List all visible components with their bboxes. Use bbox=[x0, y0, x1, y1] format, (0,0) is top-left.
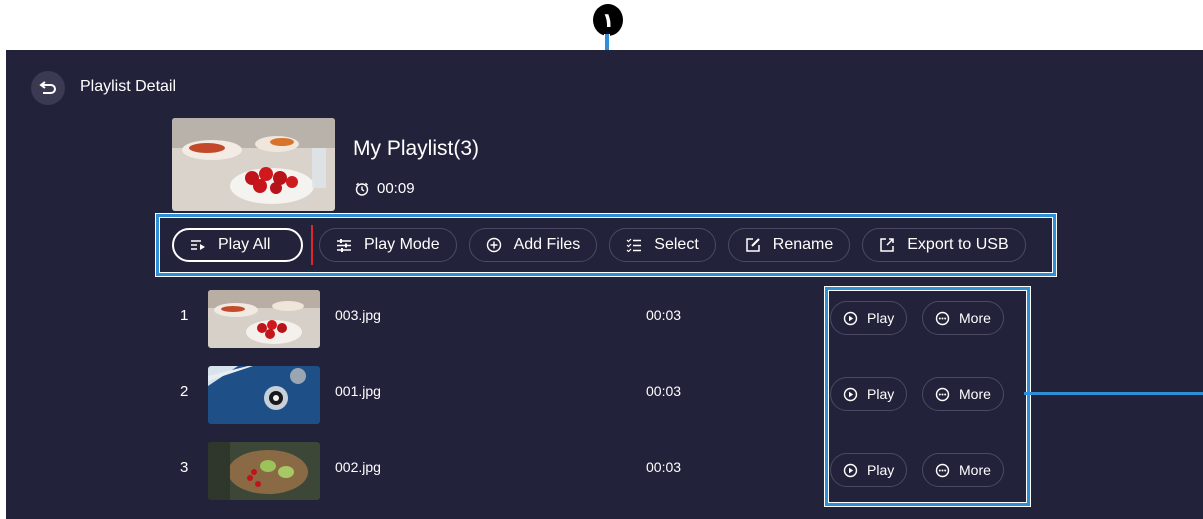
item-thumbnail bbox=[208, 366, 320, 424]
playlist-duration: 00:09 bbox=[355, 180, 415, 197]
playlist-cover-image bbox=[172, 118, 335, 211]
callout-number-badge: ١ bbox=[593, 4, 623, 36]
item-index: 1 bbox=[180, 307, 189, 324]
back-button[interactable] bbox=[31, 71, 65, 105]
item-index: 3 bbox=[180, 459, 189, 476]
item-index: 2 bbox=[180, 383, 189, 400]
playlist-duration-value: 00:09 bbox=[377, 180, 415, 197]
item-filename: 002.jpg bbox=[335, 459, 381, 475]
item-duration: 00:03 bbox=[646, 307, 682, 323]
toolbar-highlight-box bbox=[156, 214, 1056, 276]
page-title: Playlist Detail bbox=[80, 78, 177, 95]
item-filename: 003.jpg bbox=[335, 307, 381, 323]
item-duration: 00:03 bbox=[646, 459, 682, 475]
callout-leader-line-right bbox=[1024, 392, 1203, 395]
playlist-title: My Playlist(3) bbox=[353, 137, 480, 160]
item-filename: 001.jpg bbox=[335, 383, 381, 399]
item-thumbnail bbox=[208, 442, 320, 500]
clock-icon bbox=[355, 182, 369, 196]
back-arrow-icon bbox=[39, 81, 57, 95]
row-actions-highlight-box bbox=[825, 287, 1030, 506]
item-thumbnail bbox=[208, 290, 320, 348]
item-duration: 00:03 bbox=[646, 383, 682, 399]
